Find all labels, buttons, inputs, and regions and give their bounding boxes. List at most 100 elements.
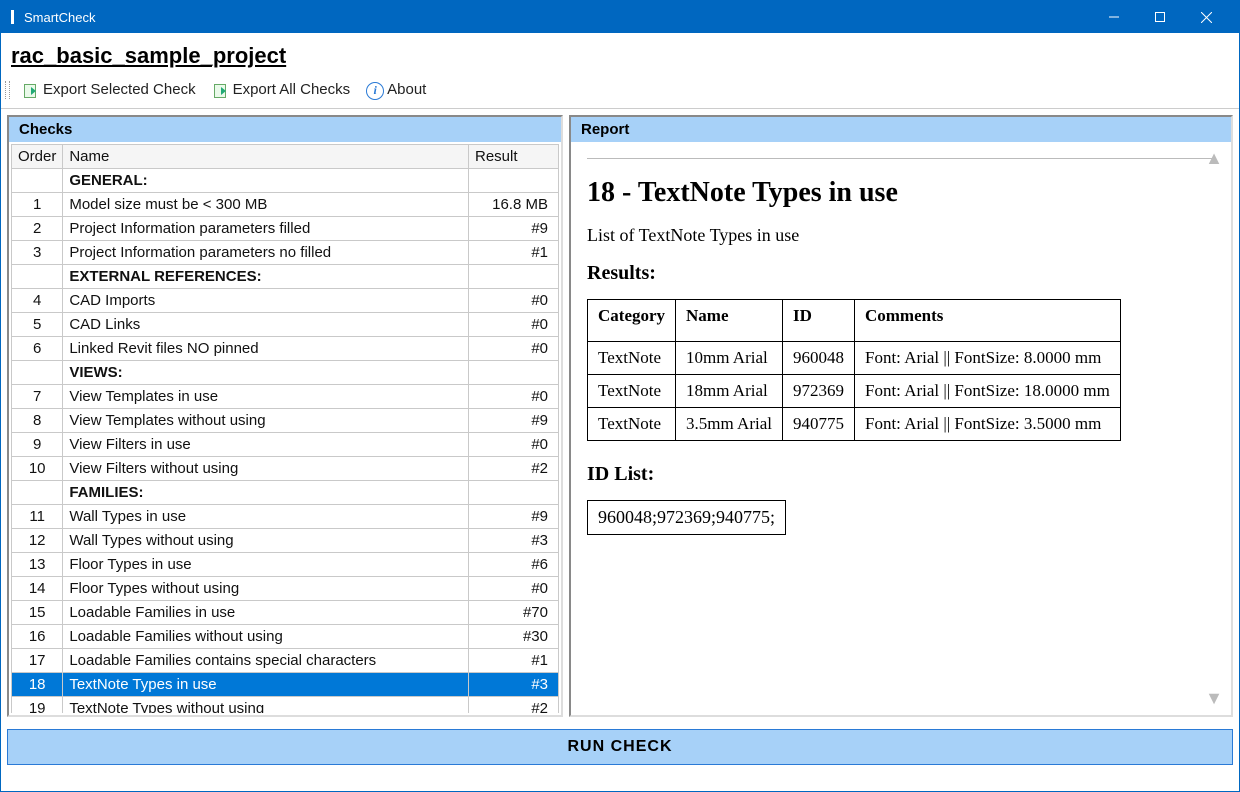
cell-comments: Font: Arial || FontSize: 18.0000 mm [854, 375, 1120, 408]
table-row[interactable]: 11Wall Types in use#9 [12, 505, 559, 529]
cell-order: 5 [12, 313, 63, 337]
cell-name: View Templates without using [63, 409, 469, 433]
table-row[interactable]: 4CAD Imports#0 [12, 289, 559, 313]
cell-category: TextNote [588, 375, 676, 408]
cell-name: TextNote Types without using [63, 697, 469, 714]
toolbar-grip [5, 81, 10, 99]
cell-order: 17 [12, 649, 63, 673]
report-title: 18 - TextNote Types in use [587, 177, 1215, 209]
scroll-down-icon[interactable]: ▼ [1205, 688, 1223, 709]
cell-name: 18mm Arial [676, 375, 783, 408]
cell-order: 6 [12, 337, 63, 361]
cell-result: #0 [469, 337, 559, 361]
table-row[interactable]: 5CAD Links#0 [12, 313, 559, 337]
cell-result: #9 [469, 217, 559, 241]
table-row[interactable]: 7View Templates in use#0 [12, 385, 559, 409]
cell-name: Wall Types without using [63, 529, 469, 553]
table-row[interactable]: GENERAL: [12, 169, 559, 193]
cell-result: #0 [469, 433, 559, 457]
export-all-label: Export All Checks [233, 81, 351, 98]
cell-result: #0 [469, 313, 559, 337]
app-window: SmartCheck rac_basic_sample_project Expo… [0, 0, 1240, 792]
cell-name: View Templates in use [63, 385, 469, 409]
cell-result: 16.8 MB [469, 193, 559, 217]
table-row[interactable]: 19TextNote Types without using#2 [12, 697, 559, 714]
app-icon [11, 10, 14, 24]
cell-order: 3 [12, 241, 63, 265]
cell-name: Floor Types in use [63, 553, 469, 577]
toolbar: Export Selected Check Export All Checks … [1, 75, 1239, 109]
cell-name: Loadable Families contains special chara… [63, 649, 469, 673]
col-category: Category [588, 300, 676, 342]
info-icon [366, 82, 382, 98]
cell-result: #0 [469, 385, 559, 409]
table-row[interactable]: 6Linked Revit files NO pinned#0 [12, 337, 559, 361]
cell-name: Floor Types without using [63, 577, 469, 601]
table-row[interactable]: 1Model size must be < 300 MB16.8 MB [12, 193, 559, 217]
cell-order: 12 [12, 529, 63, 553]
section-header: GENERAL: [63, 169, 469, 193]
export-all-button[interactable]: Export All Checks [206, 79, 357, 100]
cell-order: 16 [12, 625, 63, 649]
table-row[interactable]: 2Project Information parameters filled#9 [12, 217, 559, 241]
col-id: ID [782, 300, 854, 342]
report-panel: Report ▲ 18 - TextNote Types in use List… [569, 115, 1233, 717]
col-order[interactable]: Order [12, 145, 63, 169]
report-divider [587, 158, 1215, 159]
cell-result: #9 [469, 409, 559, 433]
cell-order: 14 [12, 577, 63, 601]
table-row[interactable]: EXTERNAL REFERENCES: [12, 265, 559, 289]
window-title: SmartCheck [24, 10, 96, 25]
cell-category: TextNote [588, 408, 676, 441]
table-row: TextNote18mm Arial972369Font: Arial || F… [588, 375, 1121, 408]
cell-result: #9 [469, 505, 559, 529]
table-row[interactable]: VIEWS: [12, 361, 559, 385]
checks-table: Order Name Result GENERAL:1Model size mu… [11, 144, 559, 713]
maximize-button[interactable] [1137, 1, 1183, 33]
table-row[interactable]: 3Project Information parameters no fille… [12, 241, 559, 265]
cell-comments: Font: Arial || FontSize: 8.0000 mm [854, 342, 1120, 375]
col-name[interactable]: Name [63, 145, 469, 169]
cell-name: CAD Links [63, 313, 469, 337]
report-panel-title: Report [571, 117, 1231, 142]
about-label: About [387, 81, 426, 98]
minimize-button[interactable] [1091, 1, 1137, 33]
cell-order: 7 [12, 385, 63, 409]
export-selected-button[interactable]: Export Selected Check [16, 79, 202, 100]
table-row[interactable]: 12Wall Types without using#3 [12, 529, 559, 553]
checks-scroll[interactable]: Order Name Result GENERAL:1Model size mu… [11, 144, 559, 713]
cell-order: 19 [12, 697, 63, 714]
table-row[interactable]: 9View Filters in use#0 [12, 433, 559, 457]
cell-name: 3.5mm Arial [676, 408, 783, 441]
table-row[interactable]: FAMILIES: [12, 481, 559, 505]
table-row[interactable]: 13Floor Types in use#6 [12, 553, 559, 577]
document-title: rac_basic_sample_project [11, 43, 1233, 69]
about-button[interactable]: About [360, 79, 432, 100]
table-row[interactable]: 18TextNote Types in use#3 [12, 673, 559, 697]
cell-id: 972369 [782, 375, 854, 408]
table-row[interactable]: 8View Templates without using#9 [12, 409, 559, 433]
run-check-button[interactable]: RUN CHECK [7, 729, 1233, 765]
cell-result: #3 [469, 673, 559, 697]
cell-name: CAD Imports [63, 289, 469, 313]
titlebar: SmartCheck [1, 1, 1239, 33]
close-button[interactable] [1183, 1, 1229, 33]
cell-order: 2 [12, 217, 63, 241]
col-result[interactable]: Result [469, 145, 559, 169]
scroll-up-icon[interactable]: ▲ [1205, 148, 1223, 169]
table-row[interactable]: 14Floor Types without using#0 [12, 577, 559, 601]
table-row[interactable]: 10View Filters without using#2 [12, 457, 559, 481]
table-row[interactable]: 16Loadable Families without using#30 [12, 625, 559, 649]
col-comments: Comments [854, 300, 1120, 342]
report-body[interactable]: ▲ 18 - TextNote Types in use List of Tex… [573, 144, 1229, 713]
checks-panel: Checks Order Name Result GEN [7, 115, 563, 717]
cell-result: #6 [469, 553, 559, 577]
cell-order: 13 [12, 553, 63, 577]
cell-order: 9 [12, 433, 63, 457]
cell-name: Model size must be < 300 MB [63, 193, 469, 217]
cell-category: TextNote [588, 342, 676, 375]
cell-name: View Filters without using [63, 457, 469, 481]
cell-result: #1 [469, 649, 559, 673]
table-row[interactable]: 15Loadable Families in use#70 [12, 601, 559, 625]
table-row[interactable]: 17Loadable Families contains special cha… [12, 649, 559, 673]
